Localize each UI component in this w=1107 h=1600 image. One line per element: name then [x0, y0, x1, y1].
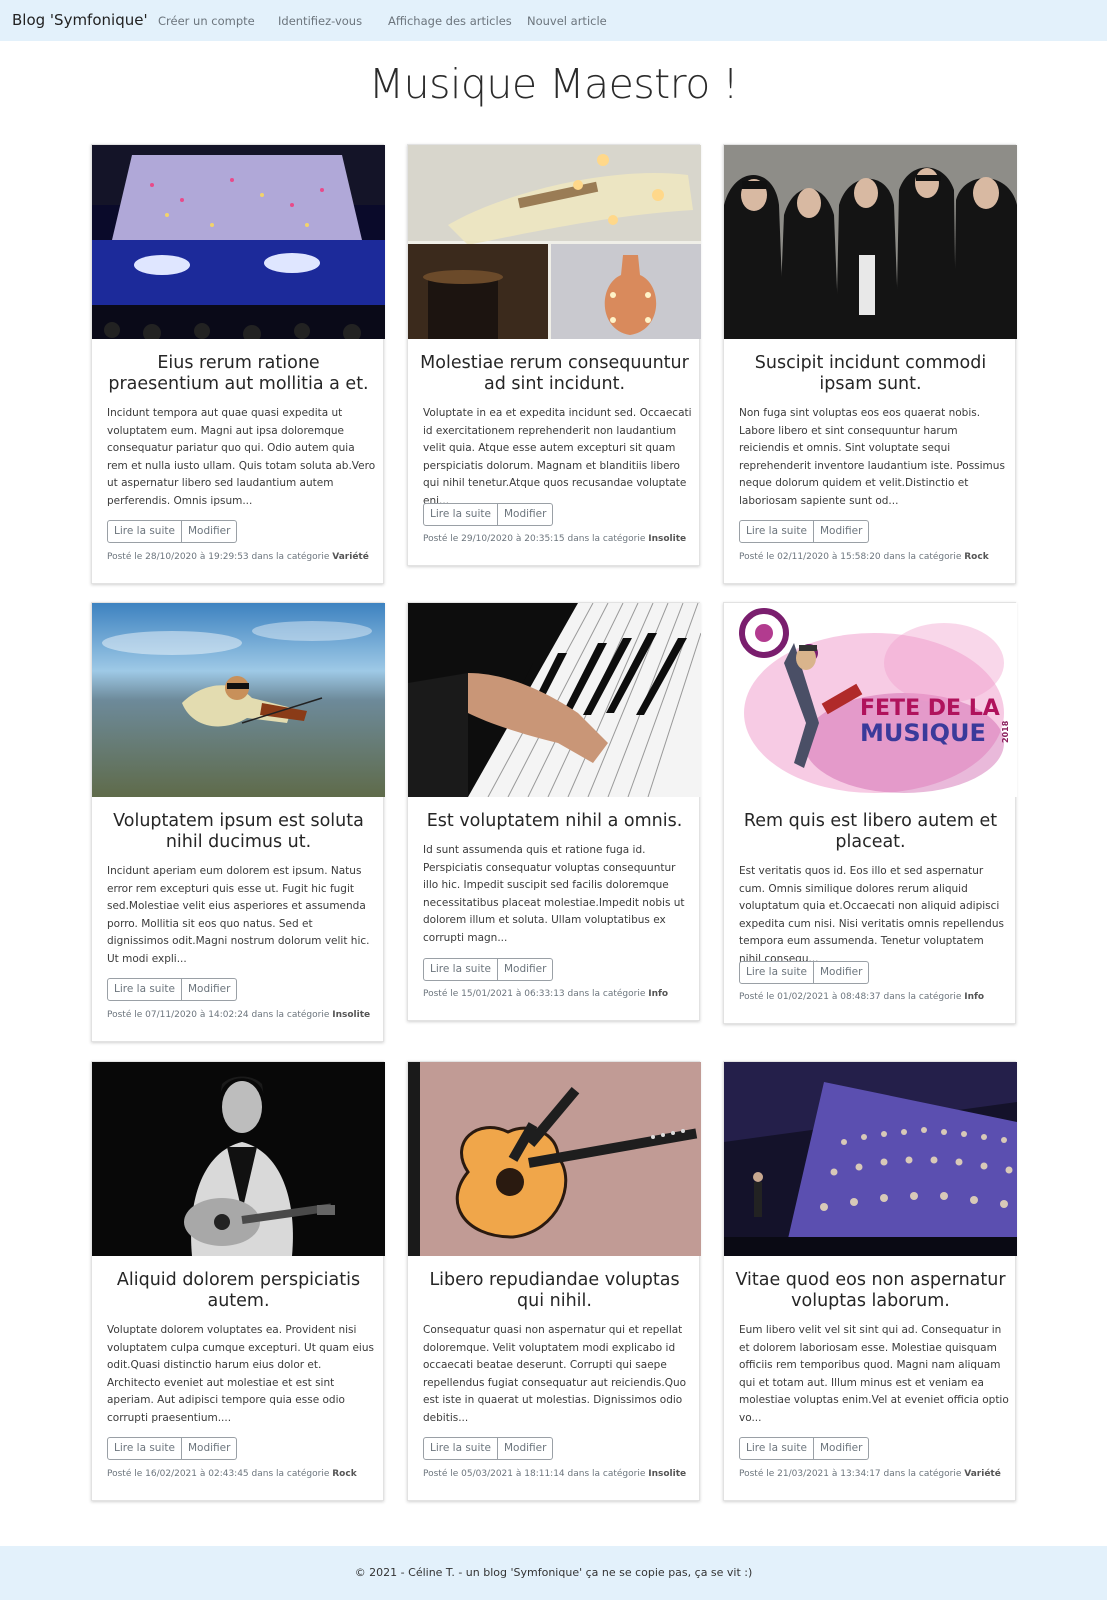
article-excerpt: Non fuga sint voluptas eos eos quaerat n…	[739, 407, 1005, 507]
article-actions: Lire la suite Modifier	[107, 978, 238, 1001]
category-label: Info	[648, 989, 669, 999]
category-label: Info	[964, 992, 985, 1002]
article-meta: Posté le 21/03/2021 à 13:34:17 dans la c…	[739, 1469, 1001, 1479]
nav-login[interactable]: Identifiez-vous	[278, 14, 362, 28]
edit-button[interactable]: Modifier	[497, 1437, 554, 1460]
article-meta: Posté le 02/11/2020 à 15:58:20 dans la c…	[739, 552, 989, 562]
article-card: Vitae quod eos non aspernatur voluptas l…	[723, 1061, 1017, 1501]
page-title: Musique Maestro !	[368, 60, 739, 108]
article-actions: Lire la suite Modifier	[423, 503, 554, 526]
read-more-button[interactable]: Lire la suite	[107, 520, 182, 543]
article-excerpt: Eum libero velit vel sit sint qui ad. Co…	[739, 1324, 1009, 1424]
article-image[interactable]	[724, 1062, 1017, 1256]
article-excerpt: Consequatur quasi non aspernatur qui et …	[423, 1324, 687, 1424]
article-title[interactable]: Eius rerum ratione praesentium aut molli…	[102, 353, 375, 395]
article-excerpt: Est veritatis quos id. Eos illo et sed a…	[739, 865, 1004, 965]
article-card: Suscipit incidunt commodi ipsam sunt. No…	[723, 144, 1017, 584]
article-excerpt: Incidunt tempora aut quae quasi expedita…	[107, 407, 376, 507]
article-card: Est voluptatem nihil a omnis. Id sunt as…	[407, 602, 701, 1021]
nav-new-article[interactable]: Nouvel article	[527, 14, 607, 28]
article-actions: Lire la suite Modifier	[107, 520, 238, 543]
article-image[interactable]: FETE DE LA MUSIQUE 2018	[724, 603, 1017, 797]
article-excerpt: Incidunt aperiam eum dolorem est ipsum. …	[107, 865, 370, 965]
article-meta: Posté le 29/10/2020 à 20:35:15 dans la c…	[423, 534, 687, 544]
article-excerpt: Voluptate dolorem voluptates ea. Provide…	[107, 1324, 374, 1424]
article-actions: Lire la suite Modifier	[739, 520, 870, 543]
brand-link[interactable]: Blog 'Symfonique'	[12, 11, 148, 29]
article-meta: Posté le 28/10/2020 à 19:29:53 dans la c…	[107, 552, 369, 562]
article-actions: Lire la suite Modifier	[423, 1437, 554, 1460]
article-card: Eius rerum ratione praesentium aut molli…	[91, 144, 385, 584]
category-label: Insolite	[648, 1469, 687, 1479]
article-title[interactable]: Est voluptatem nihil a omnis.	[418, 811, 691, 832]
article-title[interactable]: Voluptatem ipsum est soluta nihil ducimu…	[102, 811, 375, 853]
category-label: Variété	[332, 552, 369, 562]
read-more-button[interactable]: Lire la suite	[739, 520, 814, 543]
svg-text:2018: 2018	[1001, 720, 1010, 743]
article-actions: Lire la suite Modifier	[739, 961, 870, 984]
category-label: Rock	[964, 552, 989, 562]
category-label: Rock	[332, 1469, 357, 1479]
article-image[interactable]	[408, 145, 701, 339]
article-actions: Lire la suite Modifier	[423, 958, 554, 981]
navbar: Blog 'Symfonique' Créer un compte Identi…	[0, 0, 1107, 41]
footer: © 2021 - Céline T. - un blog 'Symfonique…	[0, 1546, 1107, 1600]
article-image[interactable]	[408, 1062, 701, 1256]
article-meta: Posté le 16/02/2021 à 02:43:45 dans la c…	[107, 1469, 357, 1479]
article-card: Libero repudiandae voluptas qui nihil. C…	[407, 1061, 701, 1501]
article-card: Voluptatem ipsum est soluta nihil ducimu…	[91, 602, 385, 1042]
article-title[interactable]: Vitae quod eos non aspernatur voluptas l…	[734, 1270, 1007, 1312]
article-card: Aliquid dolorem perspiciatis autem. Volu…	[91, 1061, 385, 1501]
read-more-button[interactable]: Lire la suite	[107, 1437, 182, 1460]
article-card: Molestiae rerum consequuntur ad sint inc…	[407, 144, 701, 566]
read-more-button[interactable]: Lire la suite	[739, 1437, 814, 1460]
category-label: Variété	[964, 1469, 1001, 1479]
read-more-button[interactable]: Lire la suite	[739, 961, 814, 984]
article-title[interactable]: Aliquid dolorem perspiciatis autem.	[102, 1270, 375, 1312]
article-image[interactable]	[92, 603, 385, 797]
edit-button[interactable]: Modifier	[181, 978, 238, 1001]
read-more-button[interactable]: Lire la suite	[423, 1437, 498, 1460]
article-image[interactable]	[92, 1062, 385, 1256]
read-more-button[interactable]: Lire la suite	[107, 978, 182, 1001]
category-label: Insolite	[332, 1010, 371, 1020]
article-title[interactable]: Suscipit incidunt commodi ipsam sunt.	[734, 353, 1007, 395]
article-actions: Lire la suite Modifier	[107, 1437, 238, 1460]
read-more-button[interactable]: Lire la suite	[423, 503, 498, 526]
category-label: Insolite	[648, 534, 687, 544]
edit-button[interactable]: Modifier	[181, 520, 238, 543]
edit-button[interactable]: Modifier	[497, 958, 554, 981]
article-meta: Posté le 07/11/2020 à 14:02:24 dans la c…	[107, 1010, 371, 1020]
article-meta: Posté le 01/02/2021 à 08:48:37 dans la c…	[739, 992, 985, 1002]
edit-button[interactable]: Modifier	[813, 961, 870, 984]
article-card: FETE DE LA MUSIQUE 2018 Rem quis est lib…	[723, 602, 1017, 1024]
article-actions: Lire la suite Modifier	[739, 1437, 870, 1460]
edit-button[interactable]: Modifier	[497, 503, 554, 526]
article-image[interactable]	[408, 603, 701, 797]
article-title[interactable]: Molestiae rerum consequuntur ad sint inc…	[418, 353, 691, 395]
article-title[interactable]: Rem quis est libero autem et placeat.	[734, 811, 1007, 853]
article-excerpt: Id sunt assumenda quis et ratione fuga i…	[423, 844, 685, 944]
nav-create-account[interactable]: Créer un compte	[158, 14, 255, 28]
article-excerpt: Voluptate in ea et expedita incidunt sed…	[423, 407, 692, 507]
edit-button[interactable]: Modifier	[813, 520, 870, 543]
nav-articles[interactable]: Affichage des articles	[388, 14, 512, 28]
svg-text:FETE DE LA: FETE DE LA	[860, 696, 1000, 721]
edit-button[interactable]: Modifier	[813, 1437, 870, 1460]
edit-button[interactable]: Modifier	[181, 1437, 238, 1460]
read-more-button[interactable]: Lire la suite	[423, 958, 498, 981]
article-meta: Posté le 15/01/2021 à 06:33:13 dans la c…	[423, 989, 669, 999]
article-image[interactable]	[92, 145, 385, 339]
article-meta: Posté le 05/03/2021 à 18:11:14 dans la c…	[423, 1469, 687, 1479]
article-image[interactable]	[724, 145, 1017, 339]
footer-text: © 2021 - Céline T. - un blog 'Symfonique…	[354, 1566, 753, 1579]
svg-text:MUSIQUE: MUSIQUE	[860, 719, 986, 747]
article-title[interactable]: Libero repudiandae voluptas qui nihil.	[418, 1270, 691, 1312]
